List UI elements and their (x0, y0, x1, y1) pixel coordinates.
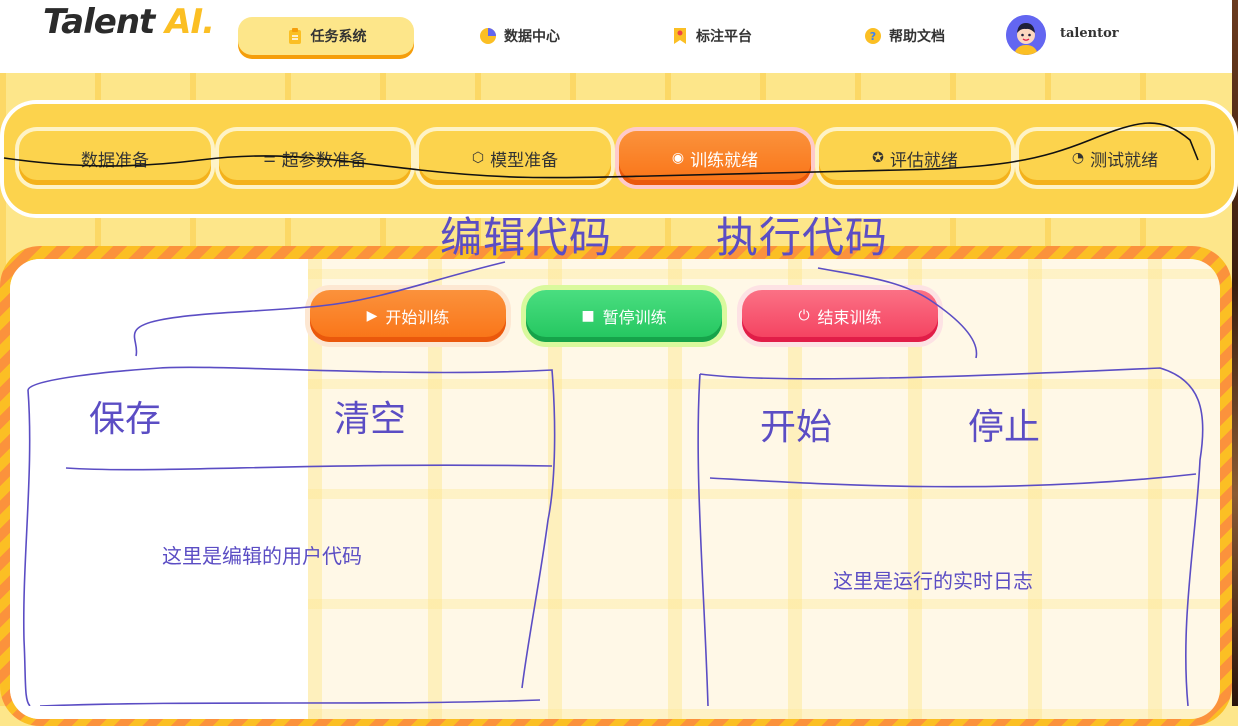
panel-left-area (10, 259, 308, 719)
clipboard-icon (288, 28, 301, 44)
nav-item-label: 数据中心 (504, 29, 560, 45)
nav-item-task-system[interactable]: 任务系统 (238, 17, 414, 55)
code-editor[interactable]: 这里是编辑的用户代码 (162, 540, 362, 569)
stage-hyperparam-prep[interactable]: ⚌ 超参数准备 (219, 131, 411, 185)
target-icon: ◉ (671, 150, 685, 166)
top-navbar: Talent AI. 任务系统 数据中心 标注平台 ? 帮助文档 talento… (0, 0, 1232, 73)
gauge-icon: ◔ (1071, 150, 1085, 166)
cube-icon: ⬡ (471, 150, 485, 166)
start-training-button[interactable]: ▶ 开始训练 (310, 290, 506, 342)
edit-code-heading: 编辑代码 (440, 213, 613, 262)
play-icon: ▶ (366, 308, 378, 324)
stage-training-ready[interactable]: ◉ 训练就绪 (619, 131, 811, 185)
logo-text: Talent (43, 2, 155, 42)
svg-text:?: ? (870, 30, 876, 43)
star-badge-icon: ✪ (872, 150, 884, 166)
run-code-heading: 执行代码 (716, 213, 889, 262)
stage-label: 模型准备 (490, 150, 559, 171)
pause-training-button[interactable]: ■ 暂停训练 (526, 290, 722, 342)
user-avatar-icon (1006, 15, 1046, 55)
stage-label: 数据准备 (81, 150, 149, 171)
pause-training-label: 暂停训练 (602, 308, 667, 327)
nav-item-label: 帮助文档 (889, 29, 945, 45)
avatar[interactable] (1006, 15, 1046, 55)
help-icon: ? (865, 28, 881, 44)
run-start-button[interactable]: 开始 (760, 398, 832, 450)
nav-item-label: 任务系统 (310, 29, 367, 45)
logo: Talent AI. (43, 2, 215, 42)
pie-chart-icon (480, 28, 496, 44)
stop-training-button[interactable]: ⏻ 结束训练 (742, 290, 938, 342)
stop-training-label: 结束训练 (817, 308, 882, 327)
nav-item-label: 标注平台 (696, 29, 752, 45)
nav-item-help-docs[interactable]: ? 帮助文档 (864, 17, 945, 55)
nav-item-annotation[interactable]: 标注平台 (671, 17, 752, 55)
stage-data-prep[interactable]: 数据准备 (19, 131, 211, 185)
logo-accent: AI. (165, 2, 215, 42)
stage-test-ready[interactable]: ◔ 测试就绪 (1019, 131, 1211, 185)
stage-label: 训练就绪 (690, 150, 759, 171)
stage-label: 评估就绪 (889, 150, 958, 171)
nav-item-data-center[interactable]: 数据中心 (479, 17, 560, 55)
window-edge (1232, 0, 1238, 706)
stage-model-prep[interactable]: ⬡ 模型准备 (419, 131, 611, 185)
username[interactable]: talentor (1060, 26, 1119, 41)
stage-eval-ready[interactable]: ✪ 评估就绪 (819, 131, 1011, 185)
clear-button[interactable]: 清空 (334, 390, 406, 442)
square-icon: ■ (581, 308, 595, 324)
sliders-icon: ⚌ (263, 150, 276, 166)
start-training-label: 开始训练 (385, 308, 450, 327)
run-stop-button[interactable]: 停止 (968, 398, 1040, 450)
save-button[interactable]: 保存 (89, 390, 161, 442)
power-icon: ⏻ (798, 308, 810, 324)
bookmark-icon (674, 28, 686, 44)
log-viewer: 这里是运行的实时日志 (833, 569, 1033, 593)
stage-label: 测试就绪 (1090, 150, 1159, 171)
stage-label: 超参数准备 (281, 150, 367, 171)
